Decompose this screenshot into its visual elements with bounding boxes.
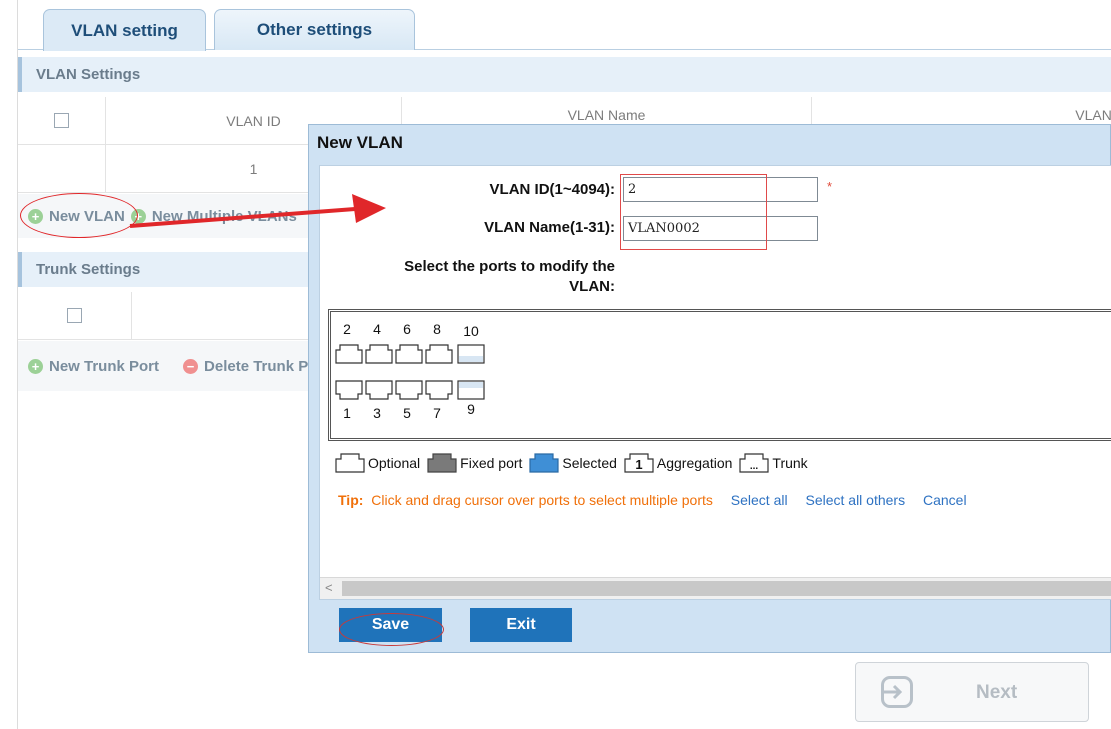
- port-10-icon[interactable]: [457, 344, 485, 364]
- svg-text:1: 1: [635, 457, 642, 472]
- plus-icon: +: [28, 358, 43, 374]
- svg-text:...: ...: [750, 461, 759, 472]
- port-legend: Optional Fixed port Selected 1 Aggregati…: [334, 452, 814, 474]
- new-trunk-port-button[interactable]: + New Trunk Port: [28, 358, 159, 375]
- port-7-icon[interactable]: [425, 380, 453, 400]
- port-6-icon[interactable]: [395, 344, 423, 364]
- required-mark: *: [827, 179, 833, 194]
- select-ports-label: Select the ports to modify the VLAN:: [404, 258, 615, 295]
- new-multiple-label: New Multiple VLANs: [151, 207, 297, 225]
- scrollbar-thumb[interactable]: [342, 581, 1111, 596]
- cancel-link[interactable]: Cancel: [923, 492, 967, 508]
- col-vlan-name-label: VLAN Name: [567, 106, 646, 123]
- annotation-box-fields: [620, 174, 767, 250]
- tab-vlan-setting[interactable]: VLAN setting: [43, 9, 206, 51]
- delete-trunk-port-button[interactable]: − Delete Trunk Port: [165, 358, 328, 375]
- new-trunk-label: New Trunk Port: [49, 357, 160, 375]
- col-vlan-ip-label: VLAN IP: [1075, 106, 1111, 123]
- port-3-icon[interactable]: [365, 380, 393, 400]
- port-2-icon[interactable]: [335, 344, 363, 364]
- tip-text: Click and drag cursor over ports to sele…: [371, 492, 713, 508]
- scroll-left-icon[interactable]: <: [325, 580, 333, 595]
- next-label: Next: [976, 682, 1018, 703]
- port-5-icon[interactable]: [395, 380, 423, 400]
- legend-aggregation-label: Aggregation: [656, 455, 733, 471]
- tip-line: Tip: Click and drag cursor over ports to…: [338, 492, 967, 508]
- dialog-title: New VLAN: [317, 133, 403, 152]
- horizontal-scrollbar[interactable]: <: [320, 577, 1111, 599]
- annotation-ellipse-save: [339, 613, 444, 646]
- port-4-icon[interactable]: [365, 344, 393, 364]
- dialog-body: VLAN ID(1~4094): 2 * VLAN Name(1-31): VL…: [319, 165, 1111, 600]
- legend-aggregation: 1 Aggregation: [623, 452, 733, 474]
- select-all-others-link[interactable]: Select all others: [805, 492, 905, 508]
- minus-icon: −: [183, 358, 199, 374]
- port-number: 9: [467, 401, 475, 417]
- port-panel: 2 4 6 8 10 1 3 5 7 9: [328, 309, 1111, 441]
- optional-port-icon: [335, 453, 365, 473]
- annotation-ellipse-new-vlan: [20, 193, 138, 238]
- port-number: 6: [403, 321, 411, 337]
- legend-trunk-label: Trunk: [772, 455, 808, 471]
- port-9-icon[interactable]: [457, 380, 485, 400]
- select-all-link[interactable]: Select all: [731, 492, 788, 508]
- selected-port-icon: [529, 453, 560, 473]
- vlan-id-label: VLAN ID(1~4094):: [489, 181, 615, 198]
- port-number: 7: [433, 405, 441, 421]
- port-8-icon[interactable]: [425, 344, 453, 364]
- legend-optional: Optional: [334, 452, 420, 474]
- legend-trunk: ... Trunk: [738, 452, 808, 474]
- select-all-checkbox[interactable]: [54, 113, 69, 128]
- tab-bar: VLAN setting Other settings: [18, 0, 1111, 51]
- legend-selected: Selected: [528, 452, 617, 474]
- select-all-cell: [18, 97, 106, 144]
- port-number: 4: [373, 321, 381, 337]
- port-number: 2: [343, 321, 351, 337]
- port-number: 8: [433, 321, 441, 337]
- legend-optional-label: Optional: [368, 455, 421, 471]
- legend-fixed-label: Fixed port: [460, 455, 523, 471]
- tab-other-settings[interactable]: Other settings: [214, 9, 415, 50]
- trunk-select-all-cell: [18, 292, 132, 339]
- exit-button[interactable]: Exit: [470, 608, 572, 642]
- legend-fixed: Fixed port: [426, 452, 522, 474]
- trunk-select-all-checkbox[interactable]: [67, 308, 82, 323]
- next-arrow-icon: [881, 676, 913, 708]
- port-number: 10: [463, 323, 479, 339]
- row-select-cell: [18, 145, 106, 192]
- next-button[interactable]: Next: [855, 662, 1089, 722]
- fixed-port-icon: [427, 453, 457, 473]
- port-number: 1: [343, 405, 351, 421]
- new-multiple-vlans-button[interactable]: + New Multiple VLANs: [130, 207, 297, 225]
- vlan-settings-header: VLAN Settings: [18, 57, 1111, 92]
- tip-key: Tip:: [338, 492, 364, 508]
- port-number: 3: [373, 405, 381, 421]
- vlan-name-label: VLAN Name(1-31):: [484, 219, 615, 236]
- legend-selected-label: Selected: [562, 455, 617, 471]
- trunk-port-icon: ...: [739, 453, 770, 473]
- aggregation-port-icon: 1: [624, 453, 654, 473]
- new-vlan-dialog: New VLAN VLAN ID(1~4094): 2 * VLAN Name(…: [308, 124, 1111, 653]
- port-number: 5: [403, 405, 411, 421]
- port-1-icon[interactable]: [335, 380, 363, 400]
